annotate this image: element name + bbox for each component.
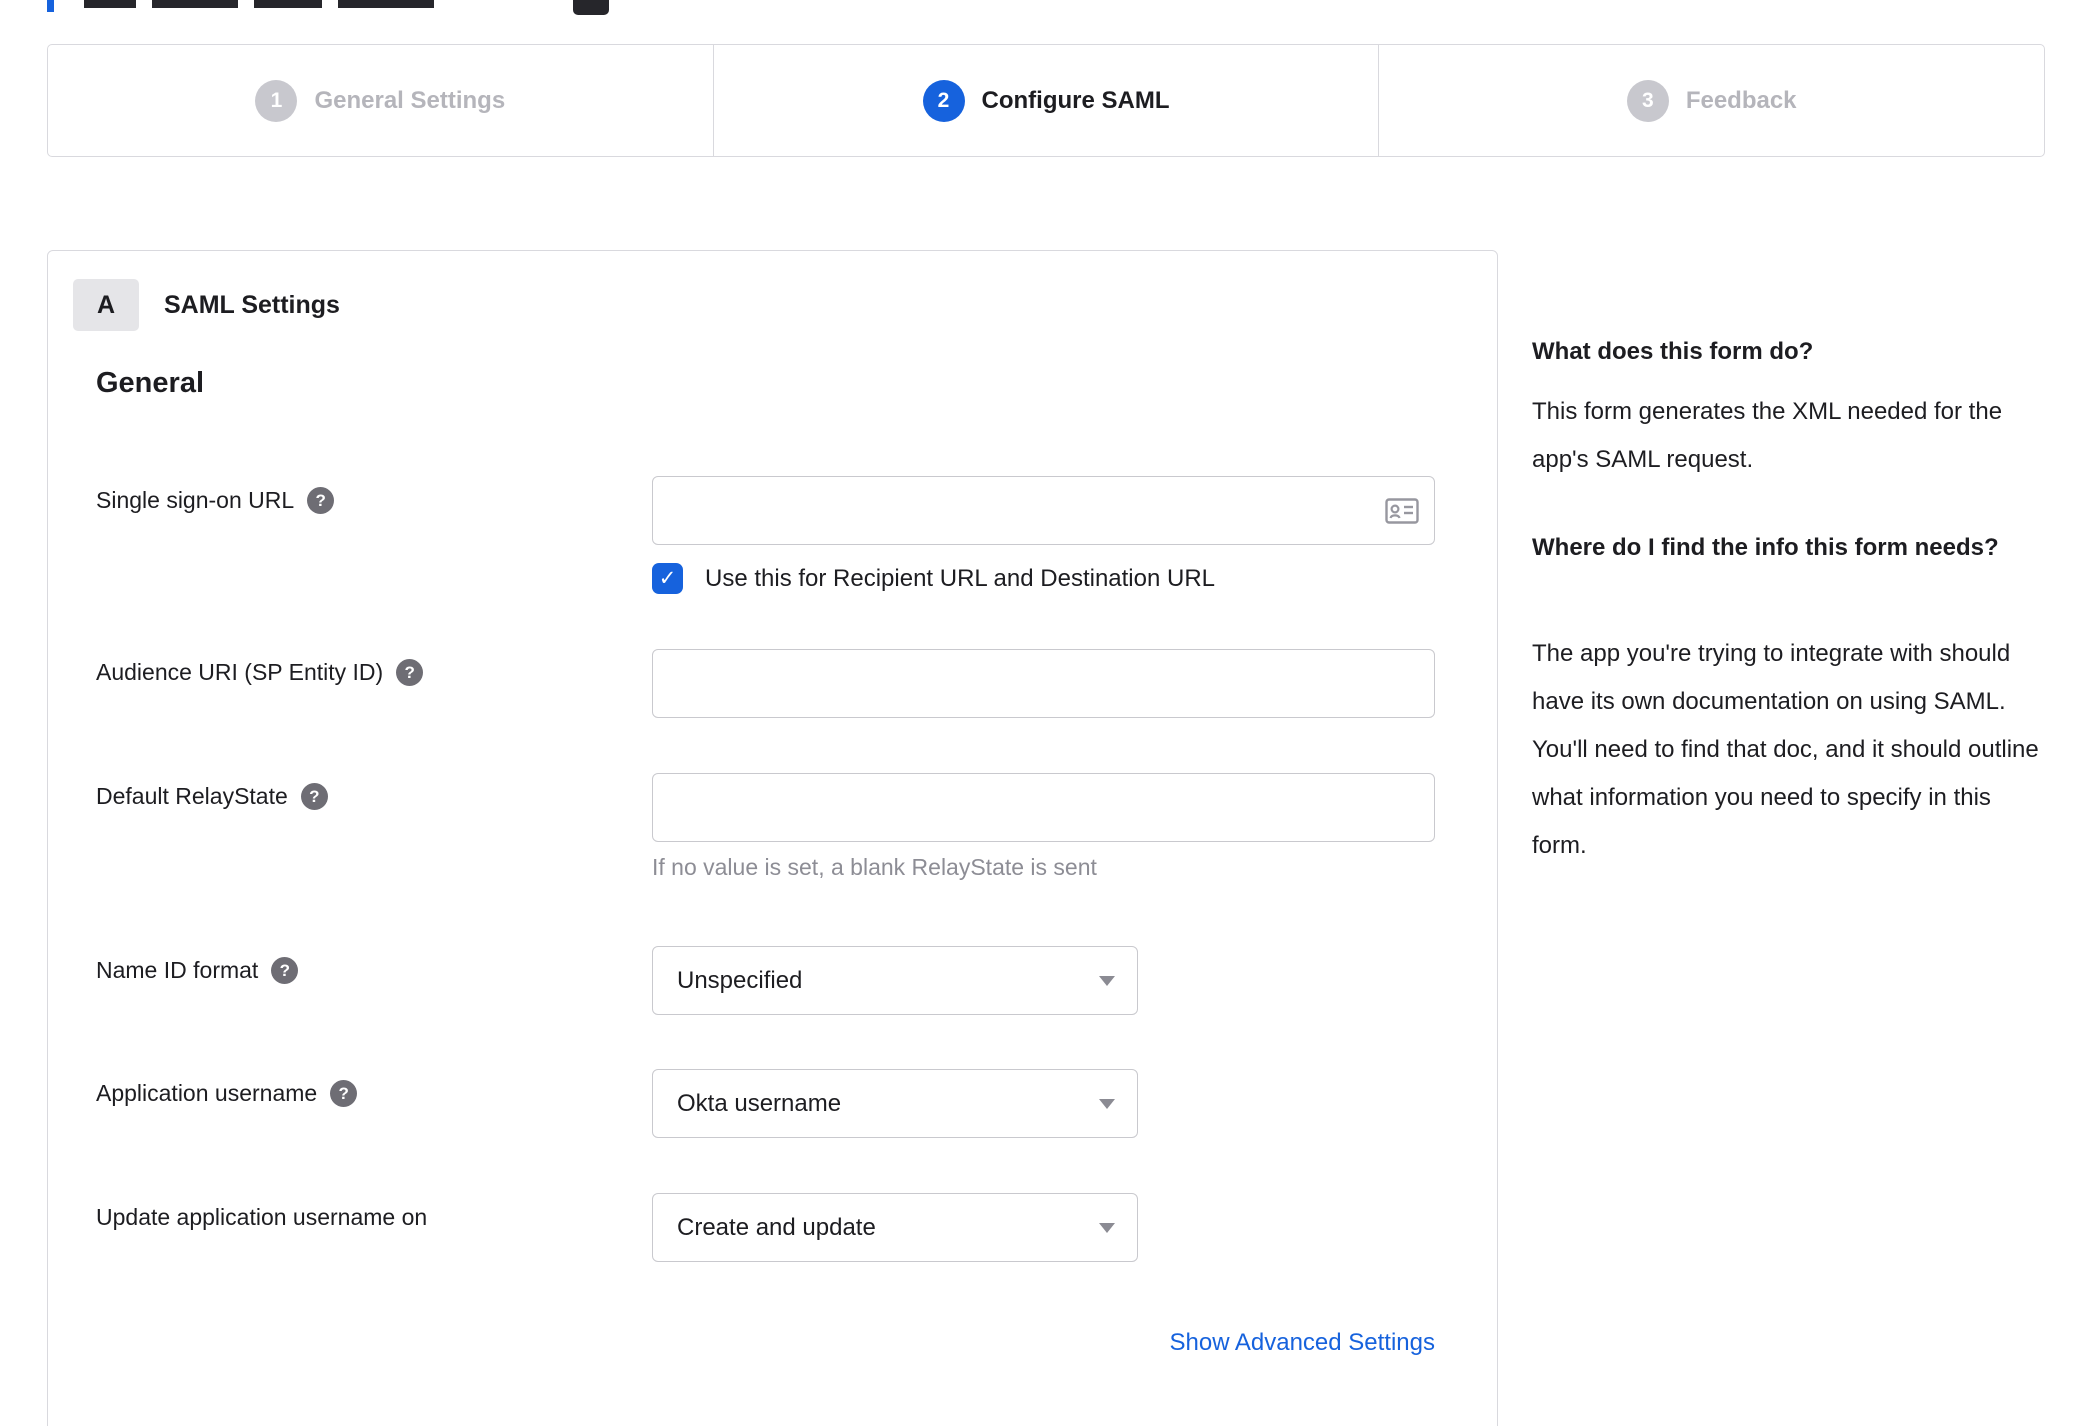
- section-a-badge: A: [73, 279, 139, 331]
- audience-uri-label-row: Audience URI (SP Entity ID) ?: [96, 659, 424, 686]
- update-username-label-row: Update application username on: [96, 1204, 427, 1231]
- step-2-label: Configure SAML: [981, 86, 1170, 114]
- step-configure-saml[interactable]: 2 Configure SAML: [712, 45, 1379, 156]
- help-question-1: What does this form do?: [1532, 338, 1814, 365]
- clipped-text-fragment: [338, 0, 434, 8]
- relaystate-input[interactable]: [652, 773, 1435, 842]
- chevron-down-icon: [1099, 1098, 1115, 1109]
- help-answer-2: The app you're trying to integrate with …: [1532, 640, 2039, 859]
- sso-url-input[interactable]: [652, 476, 1435, 545]
- audience-uri-label: Audience URI (SP Entity ID): [96, 659, 384, 685]
- app-username-selected-value: Okta username: [677, 1089, 842, 1117]
- step-3-number-badge: 3: [1626, 79, 1669, 122]
- nameid-format-label-row: Name ID format ?: [96, 957, 299, 984]
- clipped-text-fragment: [84, 0, 136, 8]
- update-username-selected-value: Create and update: [677, 1213, 876, 1241]
- step-3-label: Feedback: [1685, 86, 1797, 114]
- wizard-stepper: 1 General Settings 2 Configure SAML 3 Fe…: [47, 44, 2045, 157]
- saml-settings-panel: A SAML Settings General Single sign-on U…: [47, 250, 1498, 1426]
- relaystate-helper-text: If no value is set, a blank RelayState i…: [652, 854, 1097, 880]
- use-for-recipient-destination-checkbox[interactable]: [652, 563, 683, 594]
- use-for-recipient-destination-label: Use this for Recipient URL and Destinati…: [705, 564, 1216, 592]
- help-answer-1: This form generates the XML needed for t…: [1532, 398, 2003, 473]
- step-general-settings[interactable]: 1 General Settings: [48, 45, 713, 156]
- clipped-logo-fragment: [573, 0, 609, 15]
- sso-checkbox-row: Use this for Recipient URL and Destinati…: [652, 563, 1215, 594]
- help-icon[interactable]: ?: [307, 487, 335, 514]
- nameid-format-select[interactable]: Unspecified: [652, 946, 1138, 1015]
- relaystate-label: Default RelayState: [96, 783, 288, 809]
- app-username-select[interactable]: Okta username: [652, 1069, 1138, 1138]
- panel-title: SAML Settings: [164, 291, 340, 319]
- sso-url-label: Single sign-on URL: [96, 487, 295, 513]
- app-username-label: Application username: [96, 1080, 318, 1106]
- chevron-down-icon: [1099, 1222, 1115, 1233]
- page: 1 General Settings 2 Configure SAML 3 Fe…: [0, 0, 2092, 1426]
- general-section-heading: General: [96, 367, 204, 399]
- help-icon[interactable]: ?: [271, 957, 299, 984]
- update-username-label: Update application username on: [96, 1204, 428, 1230]
- help-icon[interactable]: ?: [300, 783, 328, 810]
- sso-url-label-row: Single sign-on URL ?: [96, 487, 335, 514]
- sso-url-input-wrap: [652, 476, 1435, 545]
- help-question-2: Where do I find the info this form needs…: [1532, 534, 1999, 561]
- step-2-number-badge: 2: [922, 79, 965, 122]
- clipped-text-fragment: [254, 0, 322, 8]
- contact-card-icon[interactable]: [1385, 497, 1419, 524]
- clipped-cursor-fragment: [47, 0, 54, 12]
- help-icon[interactable]: ?: [396, 659, 424, 686]
- audience-uri-input[interactable]: [652, 649, 1435, 718]
- chevron-down-icon: [1099, 975, 1115, 986]
- nameid-format-selected-value: Unspecified: [677, 966, 803, 994]
- help-sidebar: What does this form do? This form genera…: [1532, 332, 2048, 1232]
- app-username-label-row: Application username ?: [96, 1080, 358, 1107]
- step-1-label: General Settings: [314, 86, 506, 114]
- step-1-number-badge: 1: [255, 79, 298, 122]
- clipped-text-fragment: [152, 0, 238, 8]
- show-advanced-settings-link[interactable]: Show Advanced Settings: [652, 1329, 1435, 1357]
- relaystate-label-row: Default RelayState ?: [96, 783, 328, 810]
- nameid-format-label: Name ID format: [96, 957, 259, 983]
- update-username-select[interactable]: Create and update: [652, 1193, 1138, 1262]
- help-icon[interactable]: ?: [330, 1080, 358, 1107]
- step-feedback[interactable]: 3 Feedback: [1378, 45, 2044, 156]
